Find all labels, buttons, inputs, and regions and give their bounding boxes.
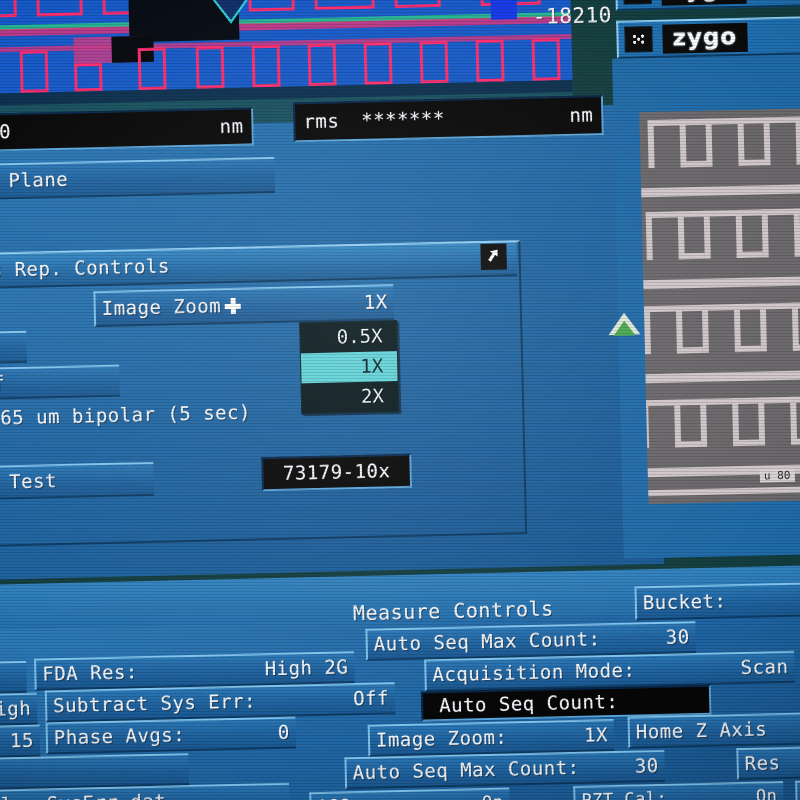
- fda-res-value: High 2G: [264, 656, 349, 681]
- part-id-value: 73179-10x: [282, 460, 391, 485]
- phase-avgs-label: Phase Avgs:: [53, 724, 186, 750]
- bucket-field[interactable]: Bucket: 1: [634, 581, 800, 621]
- remove-plane-field[interactable]: lane: [0, 660, 27, 697]
- remove-value: Plane: [8, 168, 69, 193]
- auto-seq-max-count-label-top: Auto Seq Max Count:: [373, 628, 601, 656]
- dropdown-option-0[interactable]: 0.5X: [300, 321, 397, 353]
- image-zoom-label: Image Zoom: [101, 295, 222, 320]
- image-zoom-value-bottom: 1X: [583, 724, 609, 747]
- high-field[interactable]: High: [0, 692, 38, 729]
- min-mod-field[interactable]: ): 15: [0, 724, 41, 761]
- min-mod-value: 15: [9, 729, 35, 753]
- measure-controls-title: Measure Controls: [352, 596, 554, 626]
- agc-label: AGC:: [317, 796, 360, 800]
- blue-swatch: [490, 0, 518, 20]
- image-zoom-dropdown[interactable]: 0.5X 1X 2X: [299, 320, 400, 415]
- rms-result-field[interactable]: rms ******* nm: [292, 95, 604, 143]
- fda-res-label: FDA Res:: [42, 661, 139, 686]
- reset-label: Res: [744, 752, 781, 775]
- acquisition-mode-label: Acquisition Mode:: [432, 659, 636, 687]
- sys-rep-repeatability-test-label: atability Test: [0, 470, 58, 496]
- auto-seq-count-label: Auto Seq Count:: [438, 690, 619, 718]
- data-file-label: Data File:: [0, 794, 37, 800]
- dropdown-option-2[interactable]: 2X: [302, 381, 399, 413]
- plus-icon: [225, 297, 242, 314]
- cursor-arrow-icon[interactable]: [480, 243, 507, 271]
- sys-rep-row-mode[interactable]: Mode: Off: [0, 364, 120, 403]
- cursor-arrow-glyph: [488, 249, 498, 262]
- sys-rep-repeatability-test[interactable]: atability Test: [0, 461, 155, 503]
- zygo-window-titlebar-2[interactable]: zygo: [616, 15, 800, 59]
- part-id-field[interactable]: 73179-10x: [261, 453, 413, 492]
- triangle-marker-inner: [613, 320, 636, 336]
- rms-label: rms: [303, 110, 340, 134]
- microscope-image[interactable]: u 80: [639, 107, 800, 505]
- home-z-axis-label: Home Z Axis: [635, 718, 768, 744]
- zygo-logo-2: zygo: [662, 22, 748, 54]
- home-z-axis-button[interactable]: Home Z Axis: [627, 712, 800, 749]
- sys-rep-row-off[interactable]: . Off: [0, 330, 28, 367]
- window-menu-icon[interactable]: [624, 25, 653, 53]
- coordinate-readout: -18210: [532, 2, 613, 29]
- auto-seq-max-count-value-bottom: 30: [634, 755, 659, 778]
- image-zoom-label-bottom: Image Zoom:: [375, 726, 508, 752]
- bucket-label: Bucket:: [642, 590, 727, 615]
- reset-button[interactable]: Res: [736, 745, 800, 781]
- image-zoom-value: 1X: [363, 291, 388, 314]
- auto-seq-max-count-label-bottom: Auto Seq Max Count:: [352, 756, 580, 785]
- window-menu-icon[interactable]: [623, 0, 652, 5]
- data-file-value: SysErr.dat: [47, 791, 167, 800]
- dropdown-option-1[interactable]: 1X: [300, 351, 398, 384]
- rms-value: *******: [360, 107, 446, 132]
- scale-bar-label: u 80: [759, 468, 795, 483]
- pzt-cal-value: On: [755, 786, 778, 800]
- phase-avgs-value: 0: [277, 721, 291, 744]
- zygo-logo-1: zygo: [661, 0, 747, 6]
- pv-units: nm: [219, 115, 244, 139]
- agc-value: On: [464, 793, 504, 800]
- auto-seq-max-count-value-top: 30: [665, 626, 690, 649]
- auto-button-bottom[interactable]: Aut: [795, 777, 800, 800]
- sys-rep-row-mode-value: Off: [0, 372, 6, 396]
- pv-value: 8395.1860: [0, 121, 12, 146]
- sys-rep-dialog-title: Sys Rep. Controls: [0, 255, 171, 283]
- rms-units: nm: [569, 104, 594, 127]
- subtract-sys-err-value: Off: [352, 687, 390, 711]
- phase-avgs-field[interactable]: Phase Avgs: 0: [45, 716, 297, 755]
- acquisition-mode-value: Scan: [740, 655, 789, 680]
- subtract-sys-err-label: Subtract Sys Err:: [52, 690, 257, 718]
- high-label: High: [0, 697, 32, 721]
- crt-screen: -18210 zygo zygo: [0, 0, 800, 800]
- pzt-cal-label: PZT Cal:: [581, 788, 668, 800]
